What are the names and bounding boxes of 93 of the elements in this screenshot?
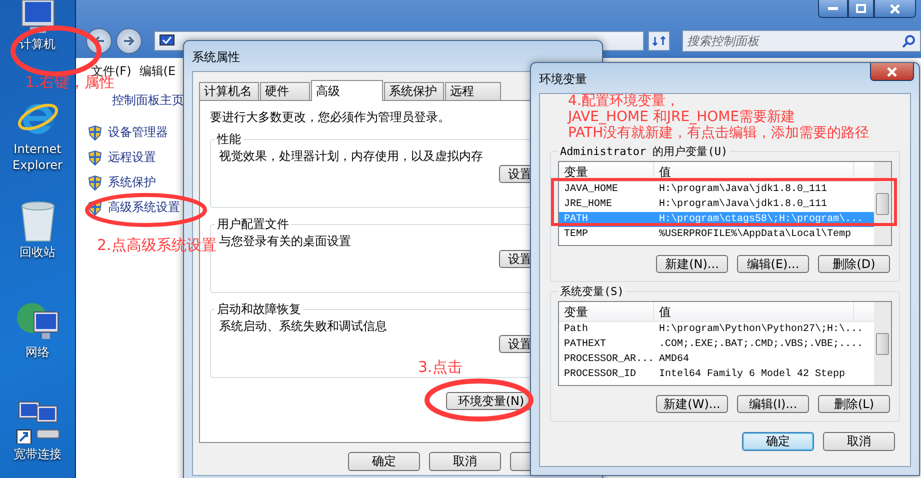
variables-list[interactable]: 变量 值 JAVA_HOME H:\program\Java\jdk1.8.0_111 JRE_HOME H:\program\Java\jdk1.8.0_111 PATH H:\program\ctags58\;H:\program\... TEMP %USERPROFILE%\AppData\Local\Temp (558, 161, 892, 246)
group-title: 系统变量(S) (559, 284, 625, 299)
variable-row[interactable]: Path H:\program\Python\Python27\;H:\... (559, 322, 874, 337)
broadband-connection-icon[interactable] (14, 400, 60, 444)
sidebar-link[interactable]: 远程设置 (88, 148, 156, 167)
minimize-button[interactable] (818, 0, 848, 18)
variables-list[interactable]: 变量 值 Path H:\program\Python\Python27\;H:\... PATHEXT .COM;.EXE;.BAT;.CMD;.VBS;.VBE;.... PROCESSOR_AR... AMD64 PROCESSOR_ID Intel64 Family 6 Model 42 Stepp (558, 301, 892, 386)
variable-row[interactable]: PROCESSOR_ID Intel64 Family 6 Model 42 Stepp (559, 367, 874, 382)
variable-row[interactable]: PATHEXT .COM;.EXE;.BAT;.CMD;.VBS;.VBE;.... (559, 337, 874, 352)
variable-button[interactable]: 新建(N)... (656, 255, 728, 273)
variable-row[interactable]: TEMP %USERPROFILE%\AppData\Local\Temp (559, 227, 874, 242)
column-header[interactable]: 值 (654, 162, 854, 181)
column-header[interactable]: 值 (654, 302, 854, 321)
group-title: 性能 (216, 131, 242, 148)
group-title: 用户配置文件 (216, 216, 290, 233)
desktop-icon-label[interactable]: 网络 (26, 344, 50, 360)
group-title: 启动和故障恢复 (216, 301, 302, 318)
variable-value: H:\program\Java\jdk1.8.0_111 (658, 184, 828, 195)
tab[interactable]: 远程 (445, 82, 501, 100)
menu-item[interactable]: 编辑(E (139, 62, 176, 80)
scrollbar[interactable] (874, 162, 891, 245)
notice-text: 要进行大多数更改，您必须作为管理员登录。 (210, 109, 450, 126)
tab[interactable]: 计算机名 (199, 82, 259, 100)
variable-row[interactable]: JAVA_HOME H:\program\Java\jdk1.8.0_111 (559, 182, 874, 197)
variable-value: %USERPROFILE%\AppData\Local\Temp (658, 229, 852, 240)
annotation-text: JAVE_HOME 和JRE_HOME需要新建 (568, 109, 796, 125)
variable-button[interactable]: 删除(D) (818, 255, 890, 273)
refresh-icon (652, 35, 666, 47)
dialog-title: 系统属性 (192, 49, 240, 66)
group-description: 视觉效果，处理器计划，内存使用，以及虚拟内存 (219, 148, 483, 165)
network-icon[interactable] (16, 300, 60, 342)
variable-name: Path (563, 324, 590, 335)
close-icon (890, 4, 900, 14)
refresh-button[interactable] (648, 31, 670, 51)
search-icon (902, 34, 916, 48)
desktop-icon-label[interactable]: 宽带连接 (14, 446, 62, 462)
annotation-text: 4.配置环境变量， (568, 93, 680, 109)
shield-icon (88, 150, 102, 166)
variable-value: AMD64 (658, 354, 690, 365)
group-title: Administrator 的用户变量(U) (559, 144, 729, 159)
sidebar-link[interactable]: 系统保护 (88, 173, 156, 192)
close-icon (887, 66, 897, 76)
search-field[interactable]: 搜索控制面板 (682, 30, 921, 52)
forward-button[interactable] (116, 28, 142, 54)
control-panel-icon (158, 34, 175, 48)
forward-arrow-icon (122, 36, 135, 46)
variable-name: TEMP (563, 229, 590, 240)
recycle-bin-icon[interactable] (20, 200, 56, 242)
variable-name: PROCESSOR_AR... (563, 354, 654, 365)
variable-button[interactable]: 编辑(I)... (737, 395, 809, 413)
desktop-icon-label[interactable]: 回收站 (20, 244, 56, 260)
group-description: 系统启动、系统失败和调试信息 (219, 318, 387, 335)
desktop-icon-label[interactable]: Internet Explorer (8, 141, 68, 173)
shield-icon (88, 200, 102, 216)
close-button[interactable] (874, 0, 916, 18)
sidebar-link[interactable]: 设备管理器 (88, 123, 168, 142)
tab[interactable]: 硬件 (260, 82, 310, 100)
shield-icon (88, 124, 102, 140)
dialog-button[interactable]: 确定 (742, 432, 814, 451)
tab[interactable]: 系统保护 (384, 82, 444, 100)
annotation-text: PATH没有就新建，有点击编辑，添加需要的路径 (568, 125, 870, 141)
variable-button[interactable]: 编辑(E)... (737, 255, 809, 273)
sidebar-link[interactable]: 控制面板主页 (88, 90, 184, 117)
tab[interactable]: 高级 (311, 80, 383, 101)
annotation-text: 3.点击 (418, 359, 462, 375)
dialog-title: 环境变量 (539, 71, 587, 88)
column-header[interactable]: 变量 (559, 162, 654, 181)
annotation-text: 1.右键，属性 (25, 74, 114, 90)
variable-row[interactable]: PROCESSOR_AR... AMD64 (559, 352, 874, 367)
dialog-button[interactable]: 取消 (823, 432, 895, 451)
variable-name: JRE_HOME (563, 199, 614, 210)
close-button[interactable] (870, 63, 914, 81)
variable-name: JAVA_HOME (563, 184, 620, 195)
variable-value: H:\program\ctags58\;H:\program\... (658, 214, 864, 225)
variable-value: .COM;.EXE;.BAT;.CMD;.VBS;.VBE;.... (658, 339, 864, 350)
shield-icon (88, 174, 102, 190)
variable-value: H:\program\Java\jdk1.8.0_111 (658, 199, 828, 210)
variable-row[interactable]: JRE_HOME H:\program\Java\jdk1.8.0_111 (559, 197, 874, 212)
variable-name: PATHEXT (563, 339, 608, 350)
maximize-button[interactable] (848, 0, 874, 18)
maximize-icon (856, 4, 866, 13)
variable-value: Intel64 Family 6 Model 42 Stepp (658, 369, 846, 380)
dialog-button[interactable]: 确定 (348, 452, 420, 471)
variable-button[interactable]: 新建(W)... (656, 395, 728, 413)
variable-button[interactable]: 删除(L) (818, 395, 890, 413)
variable-name: PATH (563, 214, 590, 225)
scrollbar[interactable] (874, 302, 891, 385)
group-description: 与您登录有关的桌面设置 (219, 233, 351, 250)
variable-name: PROCESSOR_ID (563, 369, 638, 380)
column-header[interactable]: 变量 (559, 302, 654, 321)
dialog-button[interactable]: 取消 (429, 452, 501, 471)
minimize-icon (828, 6, 838, 10)
variable-value: H:\program\Python\Python27\;H:\... (658, 324, 864, 335)
